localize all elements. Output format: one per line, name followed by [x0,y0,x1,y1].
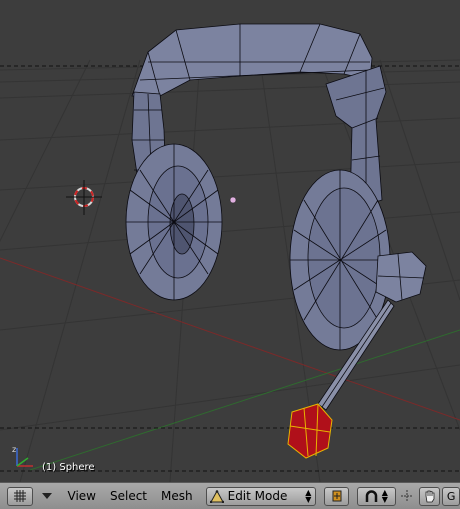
object-origin-dot [229,196,237,204]
menu-select[interactable]: Select [103,487,154,506]
proportional-edit-icon [365,489,377,502]
headphone-mesh [125,23,427,411]
viewport-header: View Select Mesh Edit Mode ▲ ▼ ▲ ▼ G [0,482,460,509]
menu-mesh[interactable]: Mesh [154,487,200,506]
updown-arrows-icon: ▲ ▼ [381,488,388,504]
pivot-point-icon [332,490,342,502]
mode-select[interactable]: Edit Mode ▲ ▼ [205,486,317,506]
3d-viewport[interactable]: z (1) Sphere [0,0,460,482]
updown-arrows-icon: ▲ ▼ [305,488,312,504]
active-object-label: (1) Sphere [42,462,95,473]
y-axis-line [29,329,460,471]
mode-label: Edit Mode [227,489,288,503]
proportional-edit-button[interactable]: ▲ ▼ [357,486,396,506]
trailing-button[interactable]: G [442,486,460,506]
menu-view[interactable]: View [61,487,103,506]
manipulator-icon[interactable] [400,487,416,506]
hand-button[interactable] [419,486,441,506]
svg-text:z: z [12,445,16,454]
edit-mode-triangle-icon [209,489,224,503]
hand-icon [425,490,435,503]
header-collapse-icon[interactable] [37,487,56,506]
viewport-canvas[interactable]: z [0,0,460,482]
pivot-point-button[interactable] [324,486,350,506]
selected-mic-capsule [287,403,333,459]
trailing-label: G [446,489,456,503]
editor-type-grid-icon [14,490,27,502]
editor-type-button[interactable] [7,486,34,506]
